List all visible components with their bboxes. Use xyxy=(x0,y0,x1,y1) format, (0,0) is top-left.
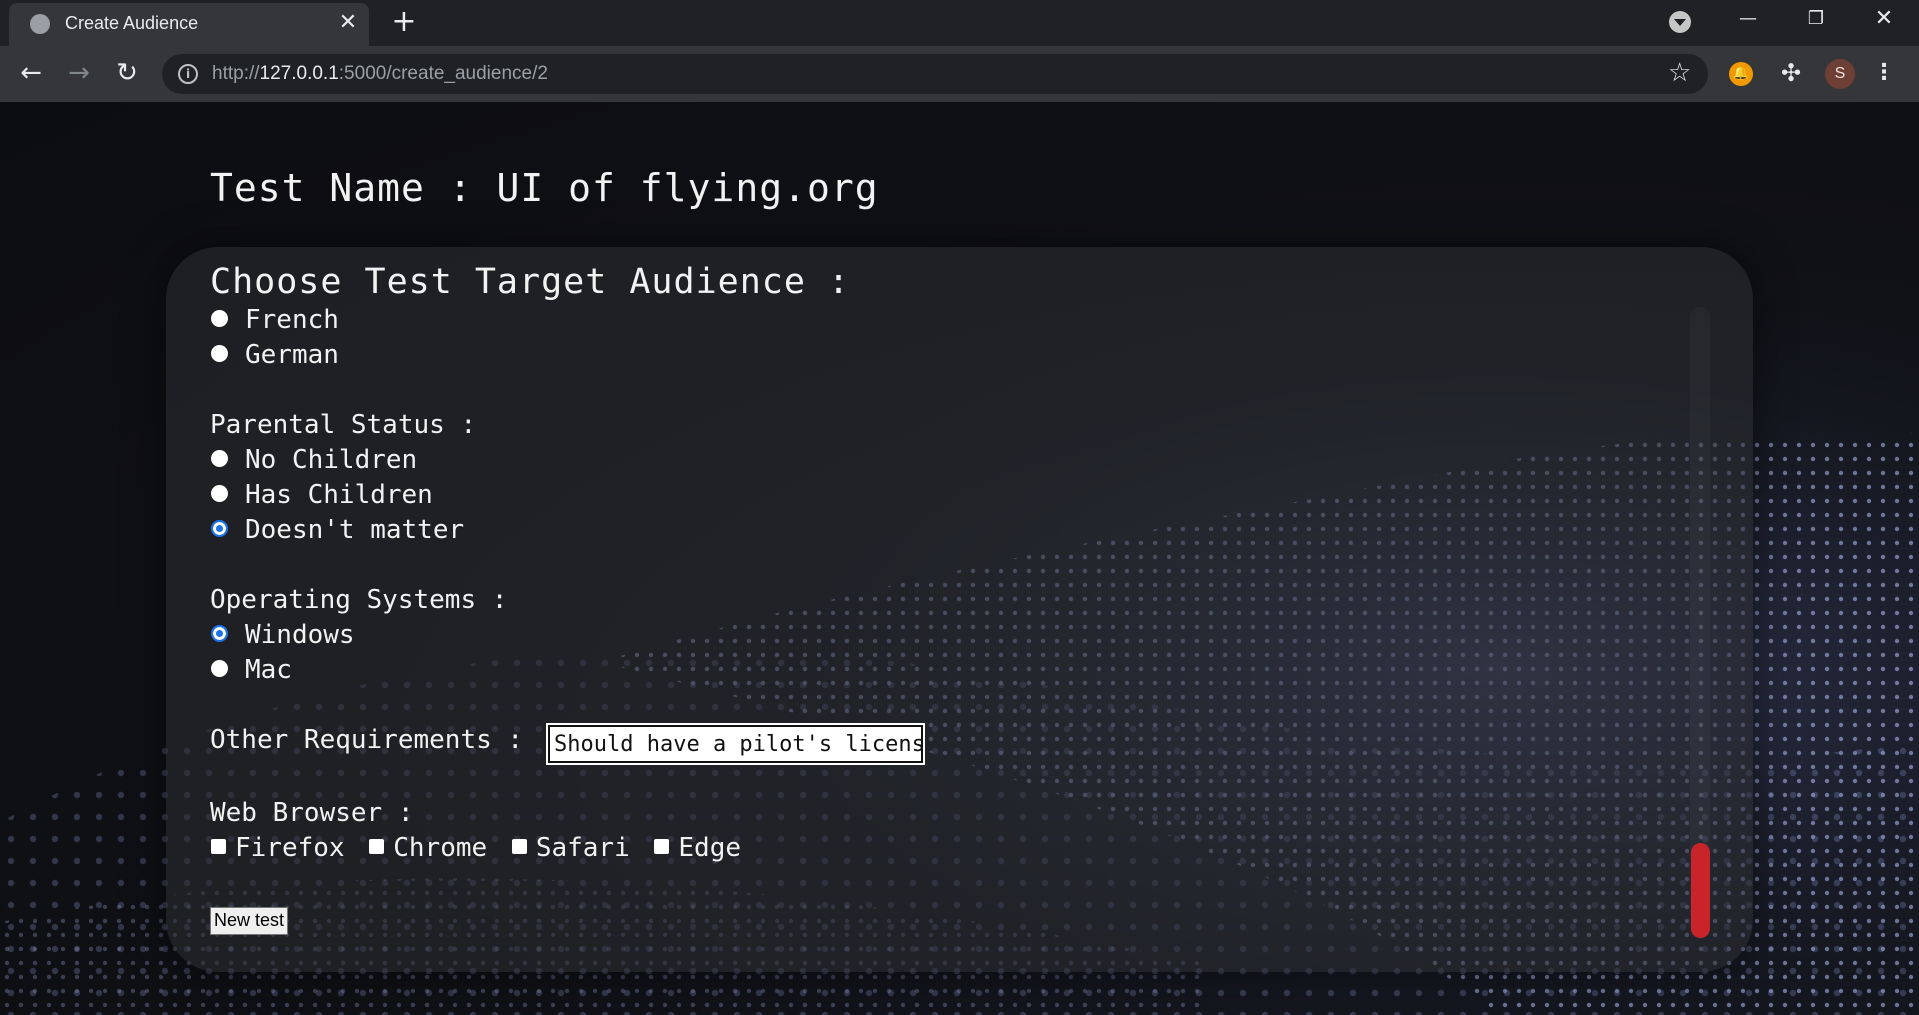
web-browser-label: Web Browser : xyxy=(210,798,414,828)
checkbox-option-chrome[interactable]: Chrome xyxy=(368,833,487,863)
url-prefix: http:// xyxy=(212,63,260,84)
operating-systems-label: Operating Systems : xyxy=(210,585,508,615)
info-icon[interactable]: i xyxy=(178,64,198,84)
radio-button[interactable] xyxy=(211,450,228,467)
checkbox[interactable] xyxy=(511,838,527,854)
other-requirements-label: Other Requirements : xyxy=(210,725,524,755)
checkbox[interactable] xyxy=(654,838,670,854)
radio-button-selected[interactable] xyxy=(211,625,228,642)
globe-icon xyxy=(30,14,50,34)
radio-option-german[interactable]: German xyxy=(210,340,339,370)
option-label: Has Children xyxy=(245,480,433,510)
radio-option-doesnt-matter[interactable]: Doesn't matter xyxy=(210,515,464,545)
panel-scrollbar-thumb[interactable] xyxy=(1691,843,1710,938)
test-name-heading: Test Name : UI of flying.org xyxy=(210,166,879,210)
bookmark-star-icon[interactable]: ☆ xyxy=(1668,58,1691,88)
extensions-puzzle-icon[interactable]: ✣ xyxy=(1776,58,1806,88)
extension-bell-icon[interactable]: 🔔 xyxy=(1729,62,1753,86)
radio-option-french[interactable]: French xyxy=(210,305,339,335)
option-label: Windows xyxy=(245,620,355,650)
checkbox-option-firefox[interactable]: Firefox xyxy=(210,833,345,863)
address-bar[interactable]: i http://127.0.0.1:5000/create_audience/… xyxy=(162,54,1708,94)
profile-avatar[interactable]: S xyxy=(1825,59,1855,89)
radio-button[interactable] xyxy=(211,310,228,327)
option-label: Safari xyxy=(535,833,630,863)
tab-create-audience[interactable]: Create Audience ✕ xyxy=(9,3,369,46)
radio-option-no-children[interactable]: No Children xyxy=(210,445,417,475)
radio-button-selected[interactable] xyxy=(211,520,228,537)
option-label: German xyxy=(245,340,339,370)
browser-toolbar: ← → ↻ i http://127.0.0.1:5000/create_aud… xyxy=(0,46,1919,102)
page-viewport: Test Name : UI of flying.org xyxy=(0,102,1919,1015)
back-arrow-icon[interactable]: ← xyxy=(14,56,48,90)
new-tab-button[interactable]: + xyxy=(388,6,420,38)
option-label: Chrome xyxy=(393,833,488,863)
new-test-button[interactable]: New test xyxy=(210,907,289,935)
option-label: No Children xyxy=(245,445,418,475)
kebab-menu-icon[interactable]: ⋮ xyxy=(1872,58,1896,88)
radio-button[interactable] xyxy=(211,660,228,677)
tab-close-icon[interactable]: ✕ xyxy=(335,10,361,36)
radio-button[interactable] xyxy=(211,345,228,362)
option-label: Mac xyxy=(245,655,292,685)
tab-title: Create Audience xyxy=(65,13,199,33)
checkbox[interactable] xyxy=(211,838,226,854)
tab-search-icon[interactable] xyxy=(1669,11,1691,33)
option-label: French xyxy=(245,305,339,335)
option-label: Edge xyxy=(678,833,742,863)
radio-option-has-children[interactable]: Has Children xyxy=(210,480,433,510)
option-label: Doesn't matter xyxy=(245,515,465,545)
checkbox-option-edge[interactable]: Edge xyxy=(653,833,741,863)
checkbox-option-safari[interactable]: Safari xyxy=(511,833,630,863)
minimize-button[interactable]: — xyxy=(1730,4,1766,34)
radio-option-mac[interactable]: Mac xyxy=(210,655,292,685)
panel-title: Choose Test Target Audience : xyxy=(210,262,851,302)
url-text[interactable]: http://127.0.0.1:5000/create_audience/2 xyxy=(212,63,548,85)
other-requirements-input[interactable]: Should have a pilot's license xyxy=(546,723,925,765)
reload-icon[interactable]: ↻ xyxy=(110,56,144,90)
tab-strip: Create Audience ✕ + — ❐ ✕ xyxy=(0,0,1919,46)
checkbox[interactable] xyxy=(369,838,385,854)
parental-status-label: Parental Status : xyxy=(210,410,477,440)
radio-option-windows[interactable]: Windows xyxy=(210,620,355,650)
option-label: Firefox xyxy=(235,833,345,863)
radio-button[interactable] xyxy=(211,485,228,502)
url-host: 127.0.0.1 xyxy=(259,63,339,84)
forward-arrow-icon[interactable]: → xyxy=(62,56,96,90)
url-rest: :5000/create_audience/2 xyxy=(338,63,548,84)
browser-checkbox-row: Firefox Chrome Safari Edge xyxy=(210,833,749,863)
close-window-button[interactable]: ✕ xyxy=(1866,4,1902,34)
restore-button[interactable]: ❐ xyxy=(1798,4,1834,34)
